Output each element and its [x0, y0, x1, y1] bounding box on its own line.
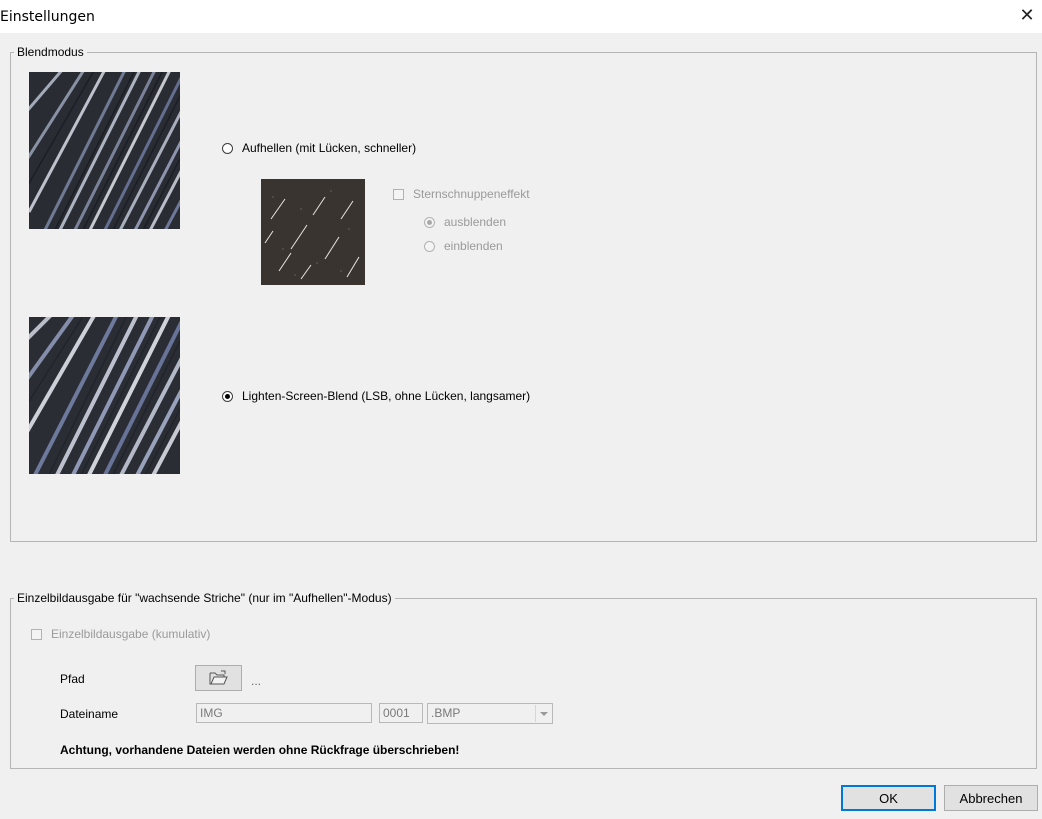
close-icon[interactable]: ✕ [1018, 7, 1036, 25]
lighten-preview-image [29, 72, 180, 229]
browse-folder-button[interactable] [195, 665, 242, 691]
single-frame-output-legend: Einzelbildausgabe für "wachsende Striche… [17, 591, 392, 605]
meteor-effect-checkbox[interactable] [393, 188, 404, 200]
lsb-option[interactable]: Lighten-Screen-Blend (LSB, ohne Lücken, … [222, 389, 530, 403]
overwrite-warning: Achtung, vorhandene Dateien werden ohne … [60, 743, 460, 757]
lsb-label: Lighten-Screen-Blend (LSB, ohne Lücken, … [242, 389, 531, 403]
single-frame-checkbox[interactable] [31, 628, 42, 640]
meteor-hide-option[interactable]: ausblenden [424, 215, 506, 229]
meteor-effect-label: Sternschnuppeneffekt [413, 187, 530, 201]
filename-input[interactable]: IMG [196, 703, 372, 723]
meteor-effect-option[interactable]: Sternschnuppeneffekt [393, 187, 530, 201]
lighten-option[interactable]: Aufhellen (mit Lücken, schneller) [222, 141, 416, 155]
lighten-radio[interactable] [222, 142, 233, 154]
blend-mode-legend: Blendmodus [17, 45, 84, 59]
meteor-hide-label: ausblenden [444, 215, 507, 229]
extension-value: .BMP [431, 706, 461, 720]
path-label: Pfad [60, 672, 85, 686]
window-title: Einstellungen [0, 9, 95, 25]
path-value: ... [251, 674, 262, 688]
chevron-down-icon[interactable] [535, 705, 551, 722]
meteor-show-radio[interactable] [424, 240, 435, 252]
single-frame-label: Einzelbildausgabe (kumulativ) [51, 627, 211, 641]
meteor-hide-radio[interactable] [424, 216, 435, 228]
meteor-show-label: einblenden [444, 239, 503, 253]
cancel-button[interactable]: Abbrechen [944, 785, 1038, 811]
folder-open-icon [209, 670, 228, 685]
filename-label: Dateiname [60, 707, 119, 721]
title-bar: Einstellungen ✕ [0, 0, 1042, 33]
lsb-preview-image [29, 317, 180, 474]
meteor-preview-image [261, 179, 365, 285]
lsb-radio[interactable] [222, 390, 233, 402]
single-frame-option[interactable]: Einzelbildausgabe (kumulativ) [31, 627, 210, 641]
lighten-label: Aufhellen (mit Lücken, schneller) [242, 141, 417, 155]
ok-button[interactable]: OK [841, 785, 936, 811]
extension-select[interactable]: .BMP [427, 703, 553, 724]
counter-input[interactable]: 0001 [379, 703, 423, 723]
meteor-show-option[interactable]: einblenden [424, 239, 503, 253]
